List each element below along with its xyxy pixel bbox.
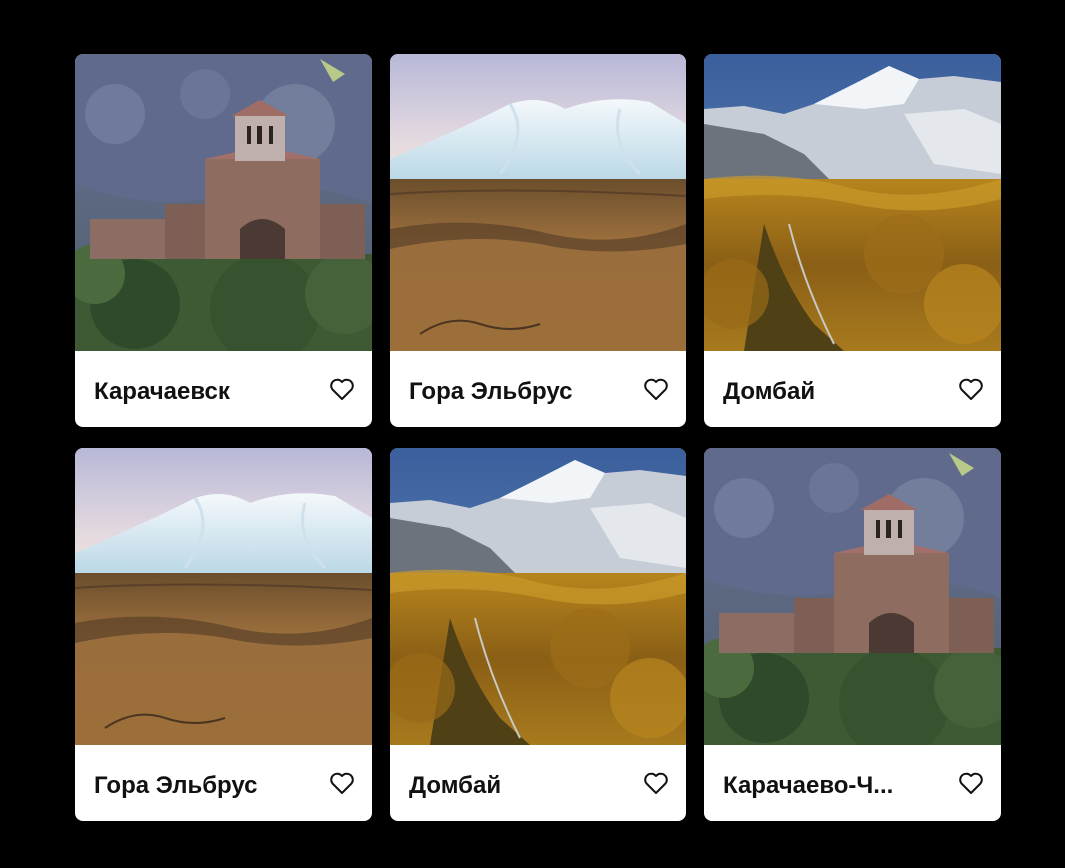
card-title: Гора Эльбрус	[94, 772, 258, 799]
place-photo	[75, 54, 372, 351]
place-photo	[75, 448, 372, 745]
place-photo	[390, 54, 686, 351]
place-photo	[704, 448, 1001, 745]
card-title: Гора Эльбрус	[409, 378, 573, 405]
heart-outline-icon[interactable]	[643, 377, 669, 401]
place-photo	[390, 448, 686, 745]
card-caption: Домбай	[390, 745, 686, 821]
card-caption: Карачаевск	[75, 351, 372, 427]
place-card[interactable]: Гора Эльбрус	[75, 448, 372, 821]
card-caption: Карачаево-Ч...	[704, 745, 1001, 821]
card-caption: Гора Эльбрус	[390, 351, 686, 427]
card-title: Карачаево-Ч...	[723, 772, 894, 799]
place-card[interactable]: Карачаевск	[75, 54, 372, 427]
place-card[interactable]: Домбай	[704, 54, 1001, 427]
place-card[interactable]: Гора Эльбрус	[390, 54, 686, 427]
place-card[interactable]: Домбай	[390, 448, 686, 821]
heart-outline-icon[interactable]	[329, 771, 355, 795]
card-title: Домбай	[723, 378, 816, 405]
heart-outline-icon[interactable]	[329, 377, 355, 401]
place-card[interactable]: Карачаево-Ч...	[704, 448, 1001, 821]
card-caption: Домбай	[704, 351, 1001, 427]
heart-outline-icon[interactable]	[958, 377, 984, 401]
card-title: Карачаевск	[94, 378, 230, 405]
place-photo	[704, 54, 1001, 351]
card-caption: Гора Эльбрус	[75, 745, 372, 821]
card-title: Домбай	[409, 772, 502, 799]
photo-gallery: Карачаевск Гора Эльбрус Домбай Гора Эльб…	[75, 54, 1001, 821]
heart-outline-icon[interactable]	[643, 771, 669, 795]
heart-outline-icon[interactable]	[958, 771, 984, 795]
